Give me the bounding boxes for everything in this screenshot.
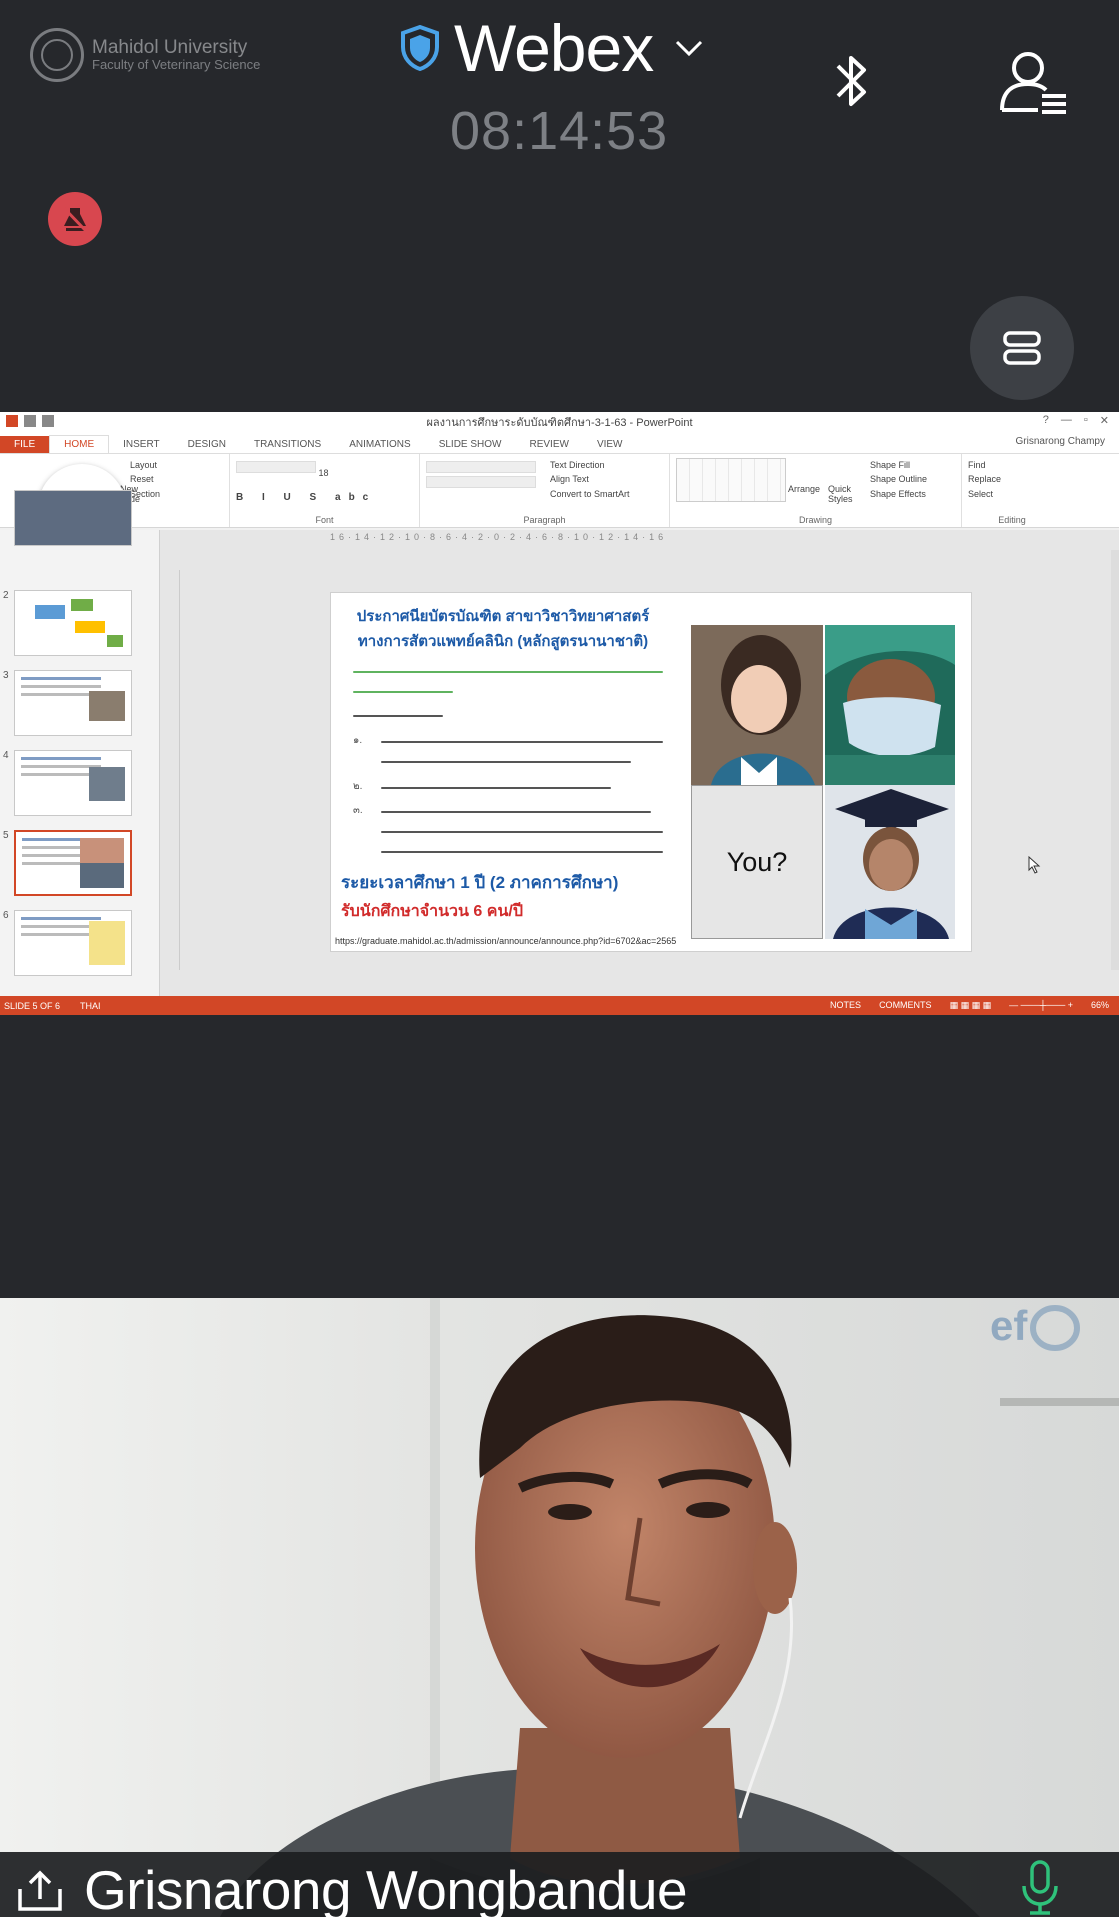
ppt-user: Grisnarong Champy: [1015, 436, 1105, 447]
slide-thumb: [14, 490, 132, 546]
layout-button[interactable]: [970, 296, 1074, 400]
ribbon-tabs: FILE HOME INSERT DESIGN TRANSITIONS ANIM…: [0, 432, 1119, 454]
ppt-statusbar: SLIDE 5 OF 6 THAI NOTES COMMENTS ▦ ▦ ▦ ▦…: [0, 996, 1119, 1015]
slide-you-box: You?: [691, 785, 823, 939]
microphone-icon[interactable]: [1020, 1860, 1060, 1916]
slide-thumb: [14, 590, 132, 656]
slide-thumb-selected: [14, 830, 132, 896]
ppt-workspace: 2 3 4 5 6 16·14·12·10·8·6·4·2·0·2·4·6·8·…: [0, 490, 1119, 996]
mouse-cursor-icon: [1028, 856, 1041, 874]
participant-name: Grisnarong Wongbandue: [84, 1859, 688, 1917]
tab-file: FILE: [0, 436, 50, 453]
ribbon: Layout Reset Section New Slide Slides 18…: [0, 454, 1119, 528]
meeting-header: Mahidol University Faculty of Veterinary…: [0, 0, 1119, 412]
ribbon-group-paragraph: Text Direction Align Text Convert to Sma…: [420, 454, 670, 527]
slide-quota-text: รับนักศึกษาจำนวน 6 คน/ปี: [341, 903, 523, 920]
slide-photo-graduate: [825, 785, 955, 939]
chevron-down-icon[interactable]: [673, 36, 705, 60]
org-name: Mahidol University: [92, 36, 248, 58]
tab-view: VIEW: [596, 439, 623, 450]
vertical-ruler: [168, 570, 180, 970]
ribbon-group-font: 18 B I U S abc Font: [230, 454, 420, 527]
participants-icon[interactable]: [998, 46, 1070, 116]
horizontal-ruler: 16·14·12·10·8·6·4·2·0·2·4·6·8·10·12·14·1…: [330, 532, 668, 542]
slide-title: ประกาศนียบัตรบัณฑิต สาขาวิชาวิทยาศาสตร์ …: [356, 608, 650, 650]
slide-photo-surgeon: [825, 625, 955, 785]
host-muted-badge[interactable]: [48, 192, 102, 246]
tab-home: HOME: [49, 435, 110, 453]
participant-video[interactable]: ef: [0, 1298, 1119, 1917]
shield-icon: [401, 25, 439, 71]
meeting-timer: 08:14:53: [450, 101, 669, 161]
ppt-titlebar: ผลงานการศึกษาระดับบัณฑิตศึกษา-3-1-63 - P…: [0, 412, 1119, 432]
slide-photo-student: [691, 625, 823, 785]
org-subtitle: Faculty of Veterinary Science: [92, 57, 261, 73]
shared-screen: ผลงานการศึกษาระดับบัณฑิตศึกษา-3-1-63 - P…: [0, 412, 1119, 1015]
layout-icon: [1003, 331, 1041, 365]
slide-thumb: [14, 750, 132, 816]
share-icon[interactable]: [16, 1869, 64, 1913]
ribbon-group-editing: Find Replace Select Editing: [968, 460, 1026, 525]
slide-thumbnails: 2 3 4 5 6: [0, 490, 160, 996]
vertical-scrollbar: [1111, 550, 1119, 970]
mute-icon: [62, 206, 88, 233]
ppt-window-title: ผลงานการศึกษาระดับบัณฑิตศึกษา-3-1-63 - P…: [426, 417, 693, 429]
slide-thumb: [14, 910, 132, 976]
app-title: Webex: [454, 11, 654, 85]
current-slide: ประกาศนียบัตรบัณฑิต สาขาวิชาวิทยาศาสตร์ …: [330, 592, 972, 952]
slide-url: https://graduate.mahidol.ac.th/admission…: [335, 936, 677, 946]
ribbon-group-drawing: Arrange Quick Styles Shape Fill Shape Ou…: [670, 454, 962, 527]
tab-design: DESIGN: [187, 439, 226, 450]
tab-insert: INSERT: [123, 439, 160, 450]
participant-video-frame: ef: [0, 1298, 1119, 1917]
svg-text:ef: ef: [990, 1302, 1028, 1349]
tab-transitions: TRANSITIONS: [253, 439, 322, 450]
app-switcher[interactable]: Webex: [400, 10, 705, 86]
tab-animations: ANIMATIONS: [349, 439, 411, 450]
org-logo: Mahidol University Faculty of Veterinary…: [30, 28, 260, 82]
tab-slide-show: SLIDE SHOW: [438, 439, 502, 450]
slide-thumb: [14, 670, 132, 736]
bluetooth-icon[interactable]: [830, 48, 874, 114]
slide-duration-text: ระยะเวลาศึกษา 1 ปี (2 ภาคการศึกษา): [341, 873, 619, 892]
university-seal-icon: [30, 28, 84, 82]
tab-review: REVIEW: [529, 439, 569, 450]
